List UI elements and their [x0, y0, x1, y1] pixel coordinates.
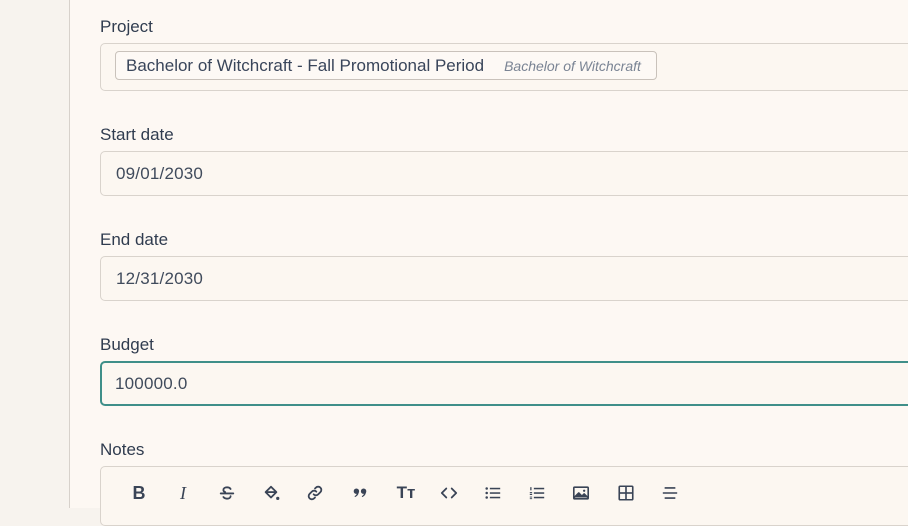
- budget-value: 100000.0: [115, 374, 188, 393]
- project-token-sub: Bachelor of Witchcraft: [504, 57, 641, 74]
- bullet-list-icon[interactable]: [480, 481, 506, 505]
- budget-input[interactable]: 100000.0: [100, 361, 908, 406]
- notes-editor[interactable]: B I Tт: [100, 466, 908, 526]
- left-panel: [0, 0, 70, 508]
- start-date-value: 09/01/2030: [116, 164, 204, 183]
- quote-icon[interactable]: [347, 481, 373, 505]
- notes-label: Notes: [100, 440, 145, 459]
- project-token[interactable]: Bachelor of Witchcraft - Fall Promotiona…: [115, 51, 657, 80]
- end-date-value: 12/31/2030: [116, 269, 204, 288]
- horizontal-rule-icon[interactable]: [657, 481, 683, 505]
- numbered-list-icon[interactable]: [524, 481, 550, 505]
- paint-bucket-icon[interactable]: [258, 481, 284, 505]
- heading-icon[interactable]: Tт: [391, 481, 421, 505]
- end-date-label: End date: [100, 230, 169, 249]
- table-icon[interactable]: [613, 481, 639, 505]
- start-date-label: Start date: [100, 125, 174, 144]
- budget-label: Budget: [100, 335, 154, 354]
- strikethrough-icon[interactable]: [214, 481, 240, 505]
- code-icon[interactable]: [436, 481, 462, 505]
- link-icon[interactable]: [302, 481, 328, 505]
- edit-form: Project Bachelor of Witchcraft - Fall Pr…: [70, 0, 908, 526]
- project-select[interactable]: Bachelor of Witchcraft - Fall Promotiona…: [100, 43, 908, 91]
- end-date-field[interactable]: 12/31/2030: [100, 256, 908, 301]
- project-token-main: Bachelor of Witchcraft - Fall Promotiona…: [126, 55, 485, 75]
- project-label: Project: [100, 17, 153, 36]
- italic-icon[interactable]: I: [170, 481, 196, 505]
- image-icon[interactable]: [568, 481, 594, 505]
- bold-icon[interactable]: B: [126, 481, 152, 505]
- start-date-field[interactable]: 09/01/2030: [100, 151, 908, 196]
